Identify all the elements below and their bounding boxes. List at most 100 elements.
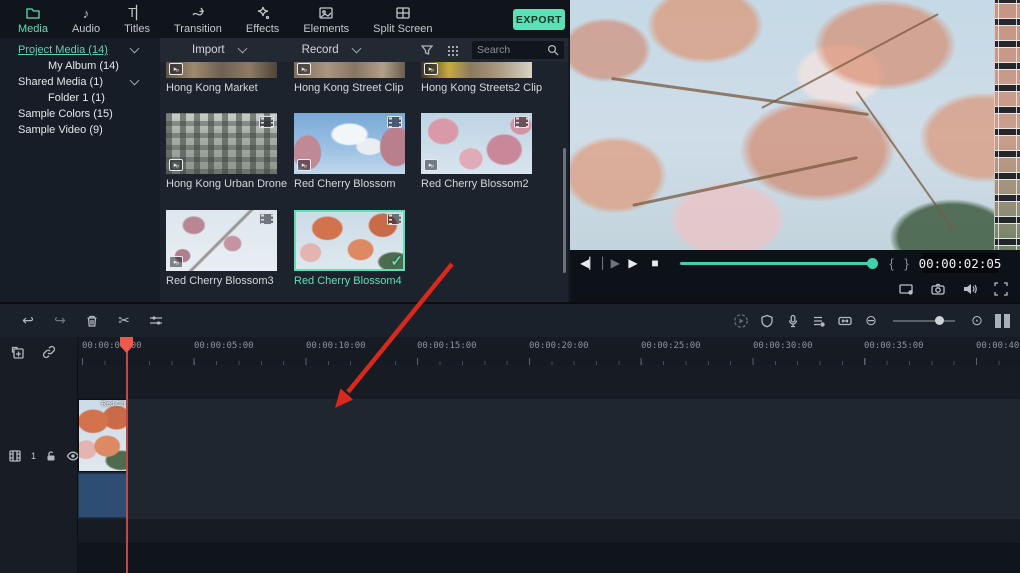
chevron-down-icon[interactable] <box>129 75 140 86</box>
media-item[interactable]: Hong Kong Urban Drone <box>166 113 287 190</box>
track-manager-icon[interactable] <box>995 313 1010 328</box>
mark-out-button[interactable]: } <box>899 256 914 271</box>
sidebar-item-label: Shared Media (1) <box>18 76 103 88</box>
sidebar-item-shared-media[interactable]: Shared Media (1) <box>0 74 160 90</box>
tab-label: Audio <box>71 23 101 35</box>
sidebar-item-sample-video[interactable]: Sample Video (9) <box>0 122 160 138</box>
media-item[interactable]: Red Cherry Blossom3 <box>166 210 277 287</box>
clip-audio-block[interactable] <box>78 473 127 518</box>
fullscreen-icon[interactable] <box>994 282 1008 296</box>
step-forward-button[interactable]: ▶ <box>600 256 622 270</box>
branch-decoration <box>855 90 955 232</box>
sidebar-item-sample-colors[interactable]: Sample Colors (15) <box>0 106 160 122</box>
sidebar-item-project-media[interactable]: Project Media (14) <box>0 42 160 58</box>
volume-icon[interactable] <box>962 281 978 297</box>
tab-label: Elements <box>303 23 350 35</box>
media-scrollbar[interactable] <box>563 148 566 273</box>
microphone-icon[interactable] <box>785 314 801 328</box>
video-track-icon <box>8 449 22 463</box>
timeline-ruler[interactable]: 00:00:00:00 00:00:05:00 00:00:10:00 00:0… <box>78 337 1020 365</box>
playback-progress-slider[interactable] <box>680 257 878 269</box>
music-note-icon: ♪ <box>82 5 90 21</box>
mark-in-button[interactable]: { <box>884 256 899 271</box>
display-settings-icon[interactable] <box>898 281 914 297</box>
media-thumbnail <box>166 62 277 78</box>
media-item-label: Red Cherry Blossom4 <box>294 275 402 287</box>
record-button[interactable]: Record <box>292 43 370 56</box>
snapshot-camera-icon[interactable] <box>930 281 946 297</box>
grid-view-icon[interactable] <box>447 44 458 56</box>
play-preview-icon <box>424 63 438 75</box>
timeline-track-area[interactable]: Red Ch <box>78 365 1020 573</box>
sidebar-item-folder-1[interactable]: Folder 1 (1) <box>0 90 160 106</box>
timeline-zoom-slider[interactable] <box>893 315 955 325</box>
tab-effects[interactable]: Effects <box>234 0 291 38</box>
clip-label: Red Ch <box>101 401 125 408</box>
tab-elements[interactable]: Elements <box>291 0 361 38</box>
fit-to-timeline-icon[interactable] <box>837 314 853 328</box>
film-clip-icon <box>259 213 274 225</box>
delete-trash-icon[interactable] <box>76 314 108 328</box>
media-item[interactable]: Red Cherry Blossom <box>294 113 405 190</box>
ruler-label: 00:00:35:00 <box>864 341 924 351</box>
media-item[interactable]: Red Cherry Blossom2 <box>421 113 532 190</box>
zoom-out-icon[interactable]: ⊖ <box>863 312 879 329</box>
folder-icon <box>25 5 41 21</box>
import-button[interactable]: Import <box>182 43 256 56</box>
media-grid: Hong Kong Market Hong Kong Street Clip H… <box>160 62 568 302</box>
ruler-label: 00:00:40:00 <box>976 341 1020 351</box>
split-scissors-icon[interactable]: ✂ <box>108 312 140 329</box>
search-input[interactable] <box>477 44 547 56</box>
timeline-bottom-strip <box>78 543 1020 573</box>
sidebar-item-label: Sample Video (9) <box>18 124 103 136</box>
undo-icon[interactable]: ↩ <box>12 312 44 329</box>
export-button[interactable]: EXPORT <box>513 9 565 30</box>
chevron-down-icon <box>351 43 362 53</box>
search-box <box>472 41 564 59</box>
titles-icon: T▏ <box>128 5 147 20</box>
link-icon[interactable] <box>42 345 56 361</box>
media-item[interactable]: Hong Kong Market <box>166 62 277 94</box>
picture-icon <box>318 5 334 21</box>
stop-button[interactable]: ■ <box>644 256 666 270</box>
play-preview-icon <box>297 159 311 171</box>
redo-icon[interactable]: ↪ <box>44 312 76 329</box>
render-preview-icon[interactable] <box>733 313 749 329</box>
zoom-slider-thumb[interactable] <box>935 315 944 325</box>
ruler-label: 00:00:15:00 <box>417 341 477 351</box>
track-header-column: 1 <box>0 337 80 573</box>
ruler-label: 00:00:20:00 <box>529 341 589 351</box>
add-track-icon[interactable] <box>10 345 26 361</box>
media-item[interactable]: Hong Kong Street Clip <box>294 62 405 94</box>
lock-icon[interactable] <box>45 450 57 462</box>
sparkle-icon <box>256 5 270 21</box>
timeline-clip[interactable]: Red Ch <box>78 399 127 519</box>
tab-titles[interactable]: T▏ Titles <box>112 0 162 38</box>
media-item-selected[interactable]: ✓ Red Cherry Blossom4 <box>294 210 405 287</box>
playback-slider-thumb[interactable] <box>867 257 878 269</box>
tab-split-screen[interactable]: Split Screen <box>361 0 444 38</box>
tab-media[interactable]: Media <box>6 0 60 38</box>
media-item-label: Red Cherry Blossom3 <box>166 275 274 287</box>
play-button[interactable]: ▶ <box>622 256 644 270</box>
media-thumbnail <box>294 62 405 78</box>
filter-icon[interactable] <box>421 44 433 56</box>
tab-audio[interactable]: ♪ Audio <box>60 0 112 38</box>
media-item-label: Red Cherry Blossom <box>294 178 396 190</box>
play-preview-icon <box>424 159 438 171</box>
video-track-1[interactable] <box>78 399 1020 519</box>
chevron-down-icon[interactable] <box>129 43 140 54</box>
sidebar-item-my-album[interactable]: My Album (14) <box>0 58 160 74</box>
search-icon[interactable] <box>547 44 559 56</box>
video-preview[interactable] <box>570 0 1020 250</box>
audio-mixer-icon[interactable] <box>811 314 827 328</box>
filmora-app-window: Media ♪ Audio T▏ Titles Transition Effec… <box>0 0 1020 573</box>
clip-video-thumbnail[interactable]: Red Ch <box>78 399 127 472</box>
previous-frame-button[interactable]: ◀ <box>578 256 600 270</box>
tab-transition[interactable]: Transition <box>162 0 234 38</box>
shield-mark-icon[interactable] <box>759 314 775 328</box>
zoom-in-icon[interactable]: ⊙ <box>969 312 985 329</box>
adjust-settings-icon[interactable] <box>140 314 172 328</box>
media-thumbnail <box>294 113 405 174</box>
media-item[interactable]: Hong Kong Streets2 Clip <box>421 62 542 94</box>
